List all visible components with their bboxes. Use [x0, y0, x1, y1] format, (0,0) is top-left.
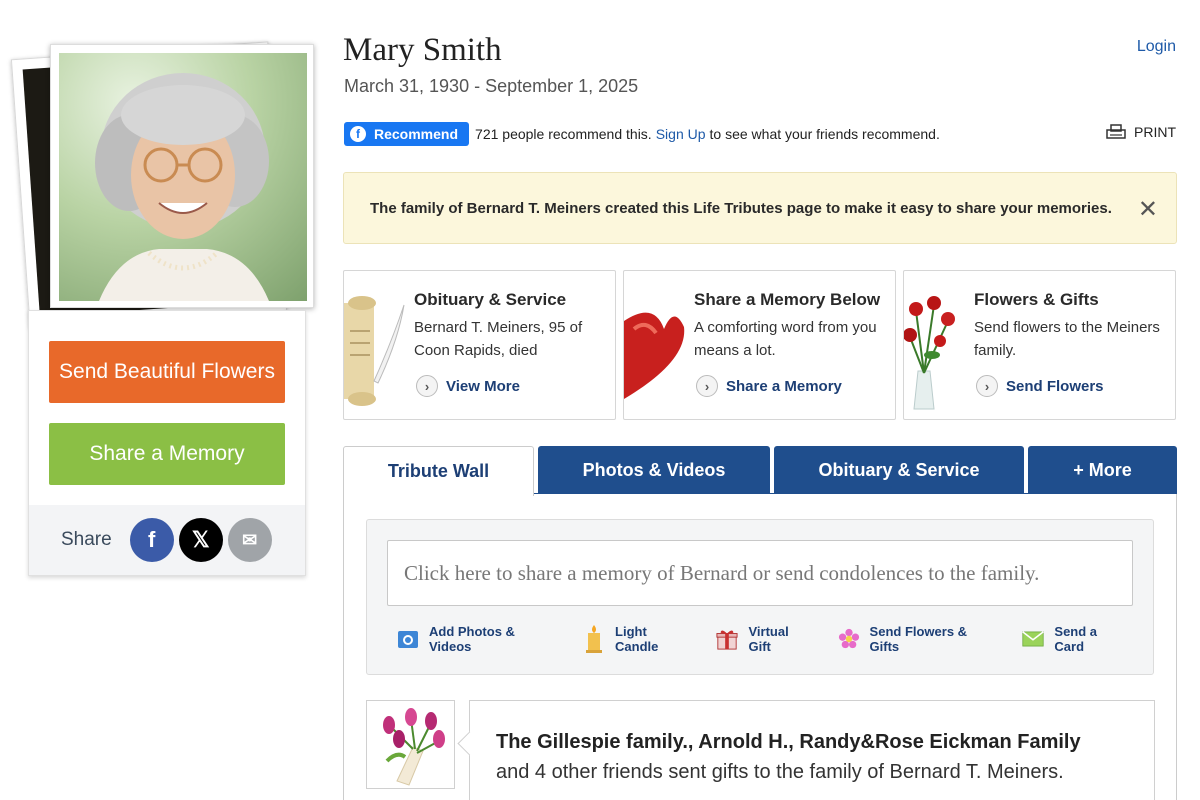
add-photos-button[interactable]: Add Photos & Videos — [397, 624, 559, 654]
life-dates: March 31, 1930 - September 1, 2025 — [344, 76, 639, 96]
action-label: Send Flowers & Gifts — [869, 624, 968, 654]
x-twitter-icon[interactable]: 𝕏 — [178, 518, 223, 562]
action-label: Virtual Gift — [748, 624, 789, 654]
sidebar-actions: Send Beautiful Flowers Share a Memory Sh… — [28, 310, 306, 576]
notice-text: The family of Bernard T. Meiners created… — [370, 199, 1112, 217]
tulip-bouquet-icon — [366, 700, 455, 789]
card-title: Flowers & Gifts — [974, 290, 1099, 309]
recommend-suffix: to see what your friends recommend. — [709, 126, 940, 142]
send-card-button[interactable]: Send a Card — [1022, 624, 1129, 654]
print-button[interactable]: PRINT — [1106, 124, 1176, 140]
card-obituary[interactable]: Obituary & Service Bernard T. Meiners, 9… — [343, 270, 616, 420]
camera-icon — [397, 628, 419, 650]
heart-icon — [624, 281, 688, 411]
candle-icon — [583, 625, 605, 653]
view-more-link[interactable]: › View More — [416, 375, 520, 397]
recommend-count: 721 people recommend this. — [475, 126, 652, 142]
memory-input[interactable]: Click here to share a memory of Bernard … — [387, 540, 1133, 606]
card-title: Obituary & Service — [414, 290, 567, 309]
email-icon[interactable]: ✉ — [227, 518, 272, 562]
virtual-gift-button[interactable]: Virtual Gift — [716, 624, 813, 654]
tab-more[interactable]: + More — [1028, 446, 1177, 494]
send-flowers-gifts-button[interactable]: Send Flowers & Gifts — [838, 624, 999, 654]
share-row: Share f 𝕏 ✉ — [29, 505, 305, 575]
send-flowers-link[interactable]: › Send Flowers — [976, 375, 1104, 397]
scroll-quill-icon — [344, 281, 408, 411]
chevron-right-icon: › — [416, 375, 438, 397]
action-label: Add Photos & Videos — [429, 624, 515, 654]
send-flowers-button[interactable]: Send Beautiful Flowers — [49, 341, 285, 403]
card-title: Share a Memory Below — [694, 290, 881, 309]
photo-stack — [10, 28, 314, 329]
close-icon[interactable]: ✕ — [1138, 195, 1158, 224]
tab-photos-videos[interactable]: Photos & Videos — [538, 446, 770, 494]
card-memory[interactable]: Share a Memory Below A comforting word f… — [623, 270, 896, 420]
chevron-right-icon: › — [976, 375, 998, 397]
signup-link[interactable]: Sign Up — [656, 126, 706, 142]
compose-actions: Add Photos & Videos Light Candle Virtual… — [397, 624, 1153, 654]
share-memory-button[interactable]: Share a Memory — [49, 423, 285, 485]
gift-post: The Gillespie family., Arnold H., Randy&… — [469, 700, 1155, 800]
facebook-icon: f — [350, 126, 366, 142]
facebook-icon[interactable]: f — [129, 518, 174, 562]
link-label: Send Flowers — [1006, 377, 1104, 395]
gift-post-subtitle: and 4 other friends sent gifts to the fa… — [496, 761, 1064, 783]
card-desc: Bernard T. Meiners, 95 of Coon Rapids, d… — [414, 319, 583, 359]
card-desc: A comforting word from you means a lot. — [694, 319, 877, 359]
light-candle-button[interactable]: Light Candle — [583, 624, 692, 654]
tab-obituary-service[interactable]: Obituary & Service — [774, 446, 1024, 494]
printer-icon — [1106, 124, 1126, 140]
portrait-image — [59, 53, 307, 301]
action-label: Light Candle — [615, 624, 659, 654]
gift-icon — [716, 628, 739, 650]
action-label: Send a Card — [1054, 624, 1098, 654]
recommend-label: Recommend — [374, 126, 459, 142]
recommend-row: f Recommend 721 people recommend this. S… — [344, 122, 940, 146]
share-label: Share — [61, 529, 112, 550]
link-label: View More — [446, 377, 520, 395]
tab-tribute-wall[interactable]: Tribute Wall — [343, 446, 534, 496]
envelope-icon — [1022, 628, 1045, 650]
chevron-right-icon: › — [696, 375, 718, 397]
card-desc: Send flowers to the Meiners family. — [974, 319, 1160, 359]
rose-bouquet-icon — [904, 281, 968, 411]
compose-box: Click here to share a memory of Bernard … — [366, 519, 1154, 675]
gift-post-title: The Gillespie family., Arnold H., Randy&… — [496, 731, 1081, 753]
page-title: Mary Smith — [343, 32, 502, 68]
profile-photo[interactable] — [50, 44, 314, 308]
recommend-button[interactable]: f Recommend — [344, 122, 470, 146]
link-label: Share a Memory — [726, 377, 842, 395]
share-memory-link[interactable]: › Share a Memory — [696, 375, 842, 397]
card-flowers[interactable]: Flowers & Gifts Send flowers to the Mein… — [903, 270, 1176, 420]
notice-banner: The family of Bernard T. Meiners created… — [343, 172, 1177, 244]
flower-icon — [838, 628, 860, 650]
login-link[interactable]: Login — [1137, 38, 1176, 56]
print-label: PRINT — [1134, 124, 1176, 140]
